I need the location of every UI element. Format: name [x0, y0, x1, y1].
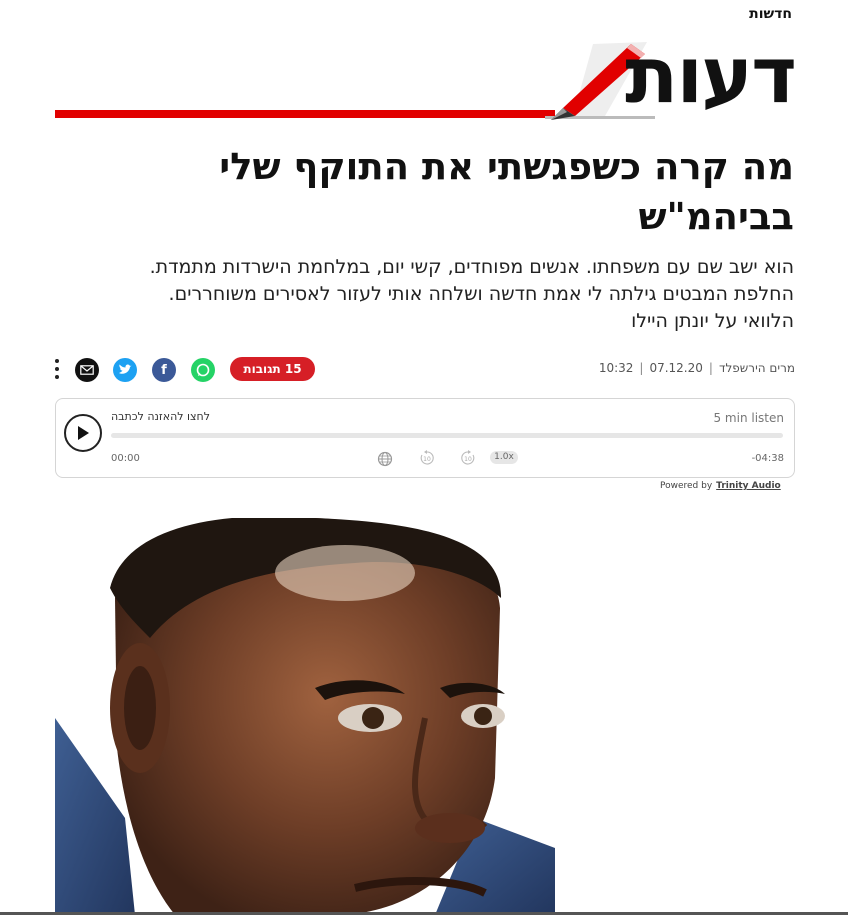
skip-back-icon[interactable]: 10 [419, 450, 435, 469]
language-globe-icon[interactable] [377, 451, 393, 467]
twitter-icon[interactable] [113, 358, 137, 382]
publish-date: 07.12.20 [649, 361, 703, 375]
whatsapp-icon[interactable] [191, 358, 215, 382]
publish-time: 10:32 [598, 361, 634, 375]
section-header: דעות [55, 32, 797, 124]
author-name[interactable]: מרים הירשפלד [719, 361, 795, 375]
powered-by-label: Powered by [660, 481, 713, 491]
byline-separator: | [708, 361, 713, 375]
player-prompt: לחצו להאזנה לכתבה [111, 410, 210, 423]
date-time-separator: | [639, 361, 644, 375]
subheadline-line-2: החלפת המבטים גילתה לי אמת חדשה ושלחה אות… [168, 283, 794, 305]
email-icon[interactable] [75, 358, 99, 382]
byline: מרים הירשפלד | 07.12.20 | 10:32 [599, 361, 795, 375]
progress-bar[interactable] [111, 433, 783, 438]
subheadline-line-1: הוא ישב שם עם משפחתו. אנשים מפוחדים, קשי… [149, 256, 794, 278]
article-subheadline: הוא ישב שם עם משפחתו. אנשים מפוחדים, קשי… [44, 254, 794, 335]
headline-line-1: מה קרה כשפגשתי את התוקף שלי [219, 145, 794, 188]
section-red-line [55, 110, 555, 118]
trinity-audio-link[interactable]: Trinity Audio [716, 481, 781, 491]
subheadline-line-3: הלוואי על יונתן היילו [631, 310, 794, 332]
current-time: 00:00 [111, 453, 140, 464]
playback-speed[interactable]: 1.0x [490, 451, 518, 464]
more-options-icon[interactable] [55, 357, 61, 381]
article-headline: מה קרה כשפגשתי את התוקף שלי בביהמ"ש [54, 142, 794, 242]
article-photo [55, 518, 555, 915]
breadcrumb[interactable]: חדשות [749, 6, 792, 22]
powered-by: Powered by Trinity Audio [660, 481, 781, 491]
skip-forward-icon[interactable]: 10 [460, 450, 476, 469]
remaining-time: -04:38 [751, 453, 784, 464]
facebook-icon[interactable]: f [152, 358, 176, 382]
svg-text:10: 10 [464, 456, 472, 463]
play-icon [78, 426, 89, 440]
audio-player: לחצו להאזנה לכתבה 5 min listen 00:00 10 … [55, 398, 795, 478]
svg-text:10: 10 [423, 456, 431, 463]
comments-button[interactable]: 15 תגובות [230, 357, 315, 381]
listen-duration: 5 min listen [713, 411, 784, 425]
section-title[interactable]: דעות [625, 32, 797, 120]
play-button[interactable] [64, 414, 102, 452]
article-meta-row: מרים הירשפלד | 07.12.20 | 10:32 15 תגובות f [55, 355, 795, 385]
headline-line-2: בביהמ"ש [638, 195, 794, 238]
